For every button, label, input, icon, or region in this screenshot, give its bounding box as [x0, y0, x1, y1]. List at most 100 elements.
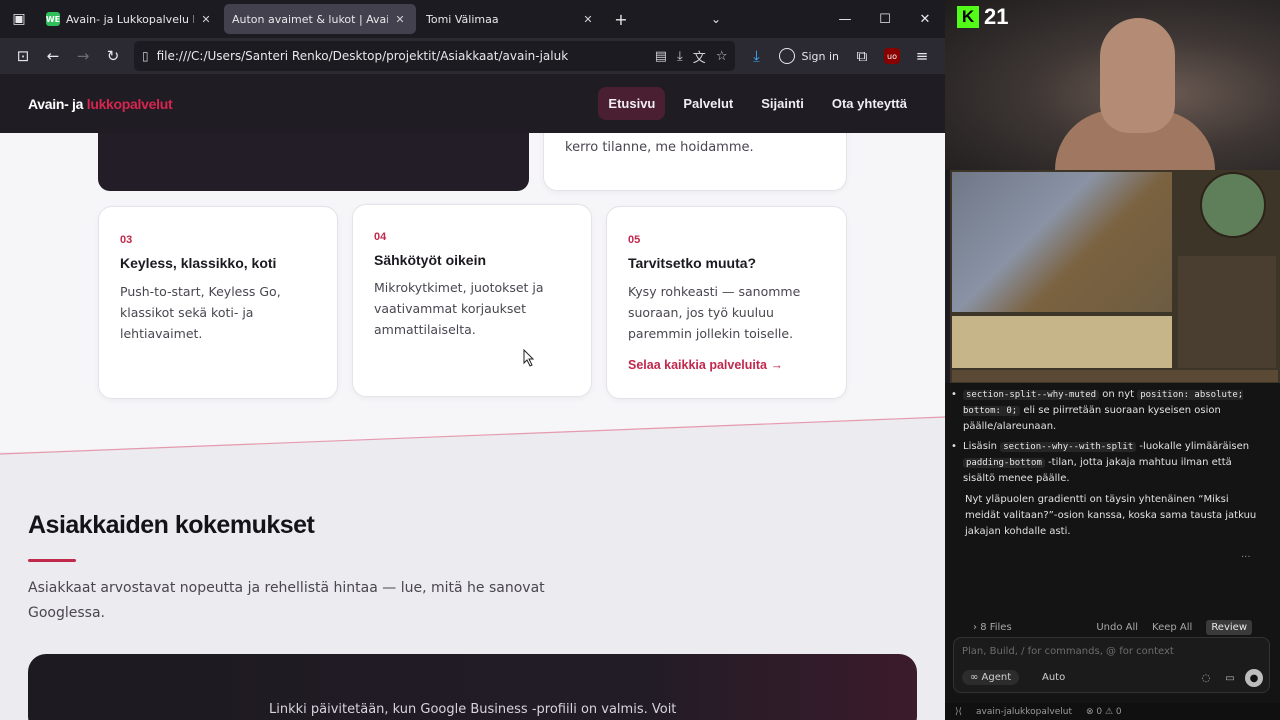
section-split-divider — [0, 416, 945, 479]
card-title: Tarvitsetko muuta? — [628, 255, 757, 271]
list-tabs-chevron-icon[interactable]: ⌄ — [696, 12, 736, 26]
chat-paragraph: Nyt yläpuolen gradientti on täysin yhten… — [965, 494, 1257, 537]
remote-icon[interactable]: ⟩⟨ — [955, 707, 962, 717]
inline-code: padding-bottom — [963, 458, 1045, 468]
browse-services-link[interactable]: Selaa kaikkia palveluita → — [628, 358, 783, 372]
tab-label: Avain- ja Lukkopalvelu Laune O — [66, 12, 194, 26]
close-window-icon[interactable]: ✕ — [905, 12, 945, 27]
card-desc: Mikrokytkimet, juotokset ja vaativammat … — [374, 280, 544, 337]
web-page: Avain- ja lukkopalvelut Etusivu Palvelut… — [0, 74, 945, 720]
reviews-title: Asiakkaiden kokemukset — [28, 511, 315, 539]
reviews-box-text: Linkki päivitetään, kun Google Business … — [269, 702, 677, 717]
microphone-icon[interactable]: ● — [1245, 669, 1263, 687]
close-tab-icon[interactable]: ✕ — [392, 13, 408, 26]
game-minimap — [1200, 172, 1266, 238]
chat-input-box[interactable]: Plan, Build, / for commands, @ for conte… — [953, 637, 1270, 693]
reviews-lead: Asiakkaat arvostavat nopeutta ja rehelli… — [28, 580, 545, 621]
maximize-icon[interactable]: ☐ — [865, 12, 905, 27]
back-icon[interactable]: ← — [38, 41, 68, 71]
chat-input-placeholder[interactable]: Plan, Build, / for commands, @ for conte… — [962, 646, 1174, 657]
tab-1[interactable]: WE Avain- ja Lukkopalvelu Laune O ✕ — [38, 4, 222, 34]
nav-link-ota-yhteytta[interactable]: Ota yhteyttä — [822, 87, 917, 120]
undo-all-button[interactable]: Undo All — [1096, 622, 1138, 633]
card-title: Sähkötyöt oikein — [374, 252, 487, 268]
window-controls: — ☐ ✕ — [825, 12, 945, 27]
file-actions: Undo All Keep All Review — [1082, 619, 1252, 635]
service-card-03: 03 Keyless, klassikko, koti Push-to-star… — [98, 206, 338, 399]
problems-count[interactable]: ⊗ 0 ⚠ 0 — [1086, 707, 1122, 717]
logo-text: Avain- ja — [28, 95, 87, 112]
keep-all-button[interactable]: Keep All — [1152, 622, 1192, 633]
minimize-icon[interactable]: — — [825, 12, 865, 27]
game-inventory — [1178, 256, 1276, 368]
google-reviews-box: Linkki päivitetään, kun Google Business … — [28, 654, 917, 720]
card-desc: Push-to-start, Keyless Go, klassikot sek… — [120, 284, 281, 341]
chat-text: Lisäsin — [963, 441, 1001, 452]
tab-bar: ▣ WE Avain- ja Lukkopalvelu Laune O ✕ Au… — [0, 0, 945, 38]
card-desc: Kysy rohkeasti — sanomme suoraan, jos ty… — [628, 284, 801, 341]
chat-bullet-2: Lisäsin section--why--with-split -luokal… — [951, 439, 1255, 487]
ublock-extension-icon[interactable]: uo — [877, 41, 907, 71]
files-count[interactable]: 8 Files — [980, 622, 1011, 633]
nav-link-etusivu[interactable]: Etusivu — [598, 87, 666, 120]
bookmark-star-icon[interactable]: ☆ — [716, 49, 728, 64]
url-bar[interactable]: ▯ file:///C:/Users/Santeri Renko/Desktop… — [134, 41, 736, 71]
input-icons: ◌ ▭ ● — [1191, 669, 1263, 687]
close-tab-icon[interactable]: ✕ — [580, 13, 596, 26]
forward-icon[interactable]: → — [68, 41, 98, 71]
logo-accent-text: lukkopalvelut — [86, 95, 173, 112]
webcam-overlay: K 21 — [945, 0, 1280, 170]
tab-label: Tomi Välimaa — [426, 12, 499, 26]
card-desc: kerro tilanne, me hoidamme. — [565, 140, 754, 155]
streamer-head — [1100, 18, 1175, 133]
chat-text: -luokalle ylimääräisen — [1136, 441, 1250, 452]
browser-window: ▣ WE Avain- ja Lukkopalvelu Laune O ✕ Au… — [0, 0, 945, 720]
document-icon: ▯ — [142, 49, 149, 63]
kick-badge: K 21 — [957, 4, 1008, 30]
editor-status-bar: ⟩⟨ avain-jalukkopalvelut ⊗ 0 ⚠ 0 — [945, 703, 1280, 720]
mouse-cursor-icon — [523, 349, 535, 367]
service-card-04: 04 Sähkötyöt oikein Mikrokytkimet, juoto… — [352, 204, 592, 397]
site-logo[interactable]: Avain- ja lukkopalvelut — [28, 95, 173, 112]
reload-icon[interactable]: ↻ — [98, 41, 128, 71]
new-tab-icon[interactable]: + — [606, 10, 636, 29]
card-number: 05 — [628, 234, 641, 246]
card-number: 04 — [374, 231, 387, 243]
nav-link-sijainti[interactable]: Sijainti — [751, 87, 814, 120]
game-bottom-bar — [952, 370, 1278, 382]
inline-code: section-split--why-muted — [963, 390, 1100, 400]
save-page-icon[interactable]: ⤓ — [677, 49, 683, 64]
title-underline — [28, 559, 76, 562]
review-button[interactable]: Review — [1206, 619, 1252, 635]
menu-hamburger-icon[interactable]: ≡ — [907, 41, 937, 71]
tab-2-active[interactable]: Auton avaimet & lukot | Avain- ja lu ✕ — [224, 4, 416, 34]
service-card-05: 05 Tarvitsetko muuta? Kysy rohkeasti — s… — [606, 206, 847, 399]
card-title: Keyless, klassikko, koti — [120, 255, 277, 271]
agent-mode-dropdown[interactable]: ∞ Agent — [962, 670, 1020, 685]
more-options-icon[interactable]: ... — [1241, 549, 1251, 560]
status-project-name[interactable]: avain-jalukkopalvelut — [976, 707, 1072, 717]
loading-spinner-icon: ◌ — [1201, 672, 1211, 684]
reader-view-icon[interactable]: ▤ — [655, 49, 667, 64]
site-nav: Etusivu Palvelut Sijainti Ota yhteyttä — [590, 87, 917, 120]
translate-icon[interactable]: 文 — [693, 47, 706, 66]
image-attach-icon[interactable]: ▭ — [1221, 669, 1239, 687]
agent-chat-panel: section-split--why-muted on nyt position… — [945, 383, 1280, 720]
chat-bullet-1: section-split--why-muted on nyt position… — [951, 387, 1255, 435]
close-tab-icon[interactable]: ✕ — [198, 13, 214, 26]
model-auto-dropdown[interactable]: Auto — [1042, 672, 1065, 683]
navigation-toolbar: ⊡ ← → ↻ ▯ file:///C:/Users/Santeri Renko… — [0, 38, 945, 74]
files-chevron-icon[interactable]: › — [973, 622, 980, 633]
sidebar-icon[interactable]: ⊡ — [8, 41, 38, 71]
nav-link-palvelut[interactable]: Palvelut — [673, 87, 743, 120]
kick-number: 21 — [984, 4, 1009, 29]
extensions-icon[interactable]: ⧉ — [847, 41, 877, 71]
tab-3[interactable]: Tomi Välimaa ✕ — [418, 4, 604, 34]
sign-in-button[interactable]: Sign in — [771, 48, 847, 64]
chat-text: on nyt — [1099, 389, 1138, 400]
tab-label: Auton avaimet & lukot | Avain- ja lu — [232, 12, 388, 26]
download-icon[interactable]: ⤓ — [741, 41, 771, 71]
tab-overview-icon[interactable]: ▣ — [0, 0, 38, 38]
card-number: 03 — [120, 234, 133, 246]
account-icon — [779, 48, 796, 64]
